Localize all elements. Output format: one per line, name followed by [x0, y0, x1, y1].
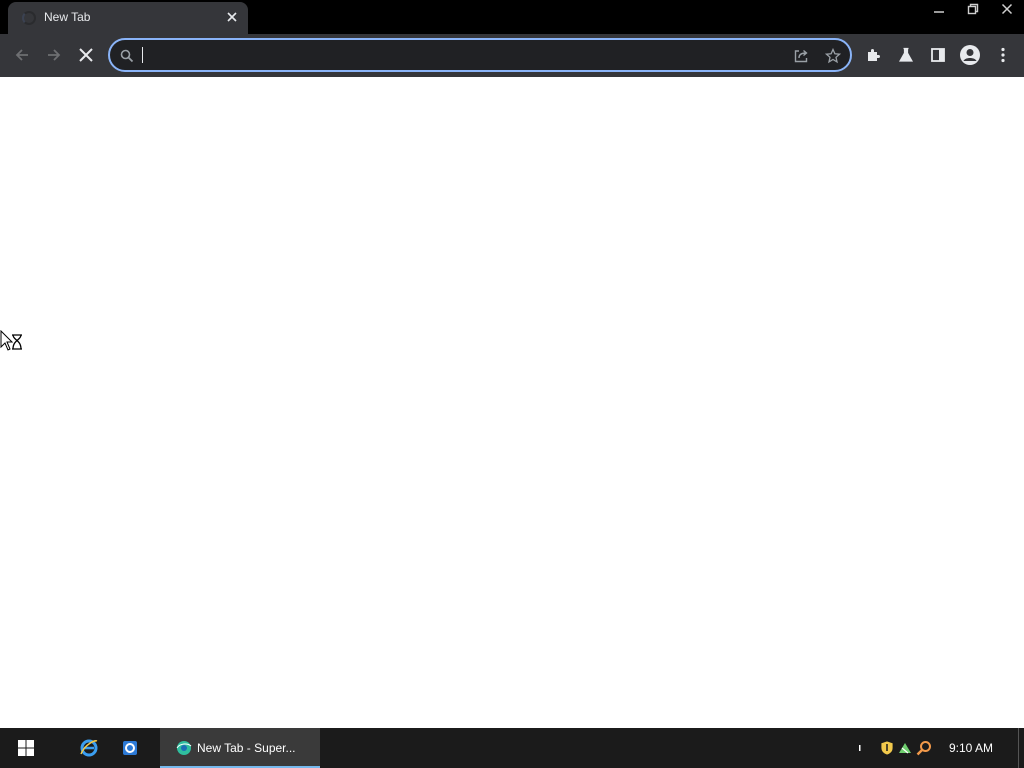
stop-loading-button[interactable] [71, 40, 101, 70]
search-icon [118, 47, 136, 65]
forward-button[interactable] [39, 40, 69, 70]
star-icon [825, 48, 841, 64]
show-desktop-button[interactable] [1018, 728, 1024, 768]
minimize-button[interactable] [922, 0, 956, 18]
address-input[interactable] [140, 46, 780, 66]
window-controls [922, 0, 1024, 18]
app-icon [123, 741, 137, 755]
puzzle-icon [868, 49, 880, 61]
share-icon [794, 49, 808, 63]
search-tool-icon[interactable] [915, 739, 933, 757]
tab-title: New Tab [44, 10, 91, 24]
minimize-icon [934, 11, 944, 13]
page-content [0, 77, 1024, 728]
browser-toolbar [0, 34, 1024, 77]
text-caret [142, 47, 143, 63]
pinned-app[interactable] [110, 728, 150, 768]
network-icon[interactable] [896, 739, 914, 757]
back-arrow-icon [15, 49, 28, 61]
browser-titlebar: New Tab [0, 0, 1024, 34]
busy-cursor-icon [0, 330, 22, 351]
start-button[interactable] [0, 728, 52, 768]
close-icon [1001, 3, 1013, 15]
window-close-button[interactable] [990, 0, 1024, 18]
tray-overflow-icon[interactable] [855, 739, 865, 757]
flask-icon [898, 47, 914, 62]
restore-button[interactable] [956, 0, 990, 18]
taskbar-item-browser[interactable]: New Tab - Super... [160, 728, 320, 768]
kebab-menu-icon [1001, 47, 1005, 63]
restore-icon [967, 3, 979, 15]
tab-new-tab[interactable]: New Tab [8, 2, 248, 34]
loading-spinner-icon [22, 11, 36, 25]
taskbar: New Tab - Super... 9:10 AM [0, 728, 1024, 768]
windows-logo-icon [18, 740, 34, 756]
address-bar[interactable] [108, 38, 852, 72]
side-panel-button[interactable] [923, 40, 953, 70]
browser-icon [176, 741, 192, 755]
shield-icon[interactable] [878, 739, 896, 757]
share-button[interactable] [792, 47, 810, 65]
close-icon [227, 12, 237, 22]
back-button[interactable] [7, 40, 37, 70]
tab-close-button[interactable] [224, 10, 240, 26]
forward-arrow-icon [48, 49, 61, 61]
profile-button[interactable] [955, 40, 985, 70]
taskbar-item-label: New Tab - Super... [197, 741, 296, 755]
side-panel-icon [931, 48, 945, 62]
pinned-internet-explorer[interactable] [69, 728, 109, 768]
labs-button[interactable] [891, 40, 921, 70]
taskbar-clock[interactable]: 9:10 AM [944, 741, 998, 755]
menu-button[interactable] [988, 40, 1018, 70]
stop-loading-icon [79, 48, 93, 62]
avatar-icon [960, 45, 980, 65]
extensions-button[interactable] [859, 40, 889, 70]
bookmark-button[interactable] [824, 47, 842, 65]
internet-explorer-icon [80, 739, 98, 757]
